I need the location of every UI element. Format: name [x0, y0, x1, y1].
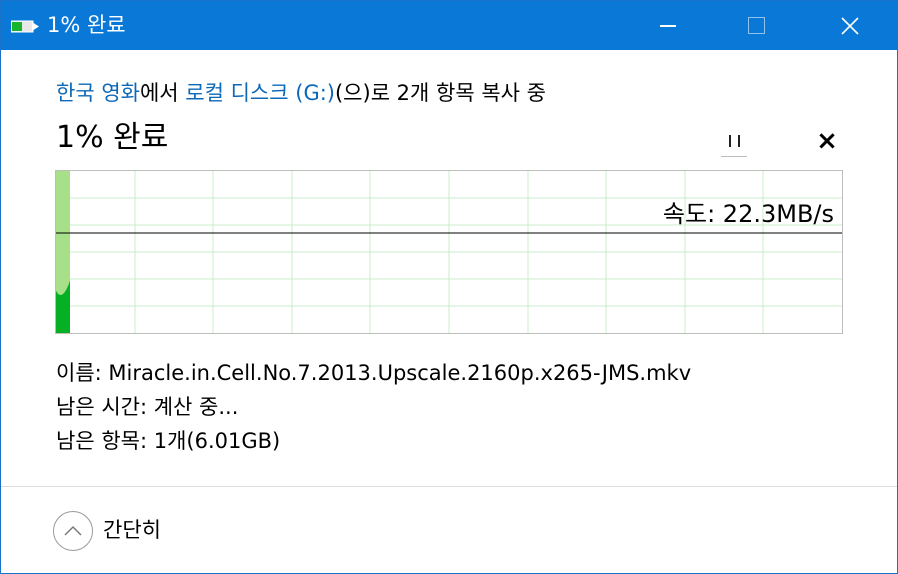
- source-folder-link[interactable]: 한국 영화: [56, 81, 140, 105]
- cancel-copy-button[interactable]: ×: [809, 125, 845, 157]
- minimize-button[interactable]: [625, 1, 711, 50]
- pause-button[interactable]: [717, 125, 751, 157]
- speed-graph: 속도: 22.3MB/s: [55, 170, 843, 334]
- description-text-to: (으)로 2개 항목 복사 중: [334, 81, 546, 105]
- progress-heading: 1% 완료: [56, 120, 169, 155]
- collapse-button[interactable]: [53, 511, 93, 551]
- file-name-line: 이름: Miracle.in.Cell.No.7.2013.Upscale.21…: [56, 361, 692, 385]
- time-remaining-line: 남은 시간: 계산 중...: [56, 395, 239, 419]
- copy-progress-dialog: 1% 완료 한국 영화에서 로컬 디스크 (G:)(으)로 2개 항목 복사 중…: [0, 0, 898, 574]
- close-window-button[interactable]: [807, 1, 893, 50]
- minimize-icon: [660, 24, 676, 27]
- window-title: 1% 완료: [47, 13, 126, 37]
- maximize-icon: [747, 17, 765, 34]
- footer-divider: [1, 486, 897, 487]
- copy-progress-icon: [11, 20, 39, 33]
- maximize-button[interactable]: [713, 1, 799, 50]
- collapse-label[interactable]: 간단히: [103, 516, 161, 544]
- close-icon: [841, 16, 859, 35]
- pause-icon: [728, 135, 740, 147]
- speed-label: 속도: 22.3MB/s: [662, 200, 834, 228]
- title-bar[interactable]: 1% 완료: [1, 1, 897, 50]
- chevron-up-icon: [64, 525, 82, 536]
- copy-description: 한국 영화에서 로컬 디스크 (G:)(으)로 2개 항목 복사 중: [56, 79, 546, 107]
- destination-drive-link[interactable]: 로컬 디스크 (G:): [185, 81, 335, 105]
- speed-graph-canvas: [56, 171, 842, 333]
- description-text-from: 에서: [139, 81, 186, 105]
- items-remaining-line: 남은 항목: 1개(6.01GB): [56, 429, 281, 453]
